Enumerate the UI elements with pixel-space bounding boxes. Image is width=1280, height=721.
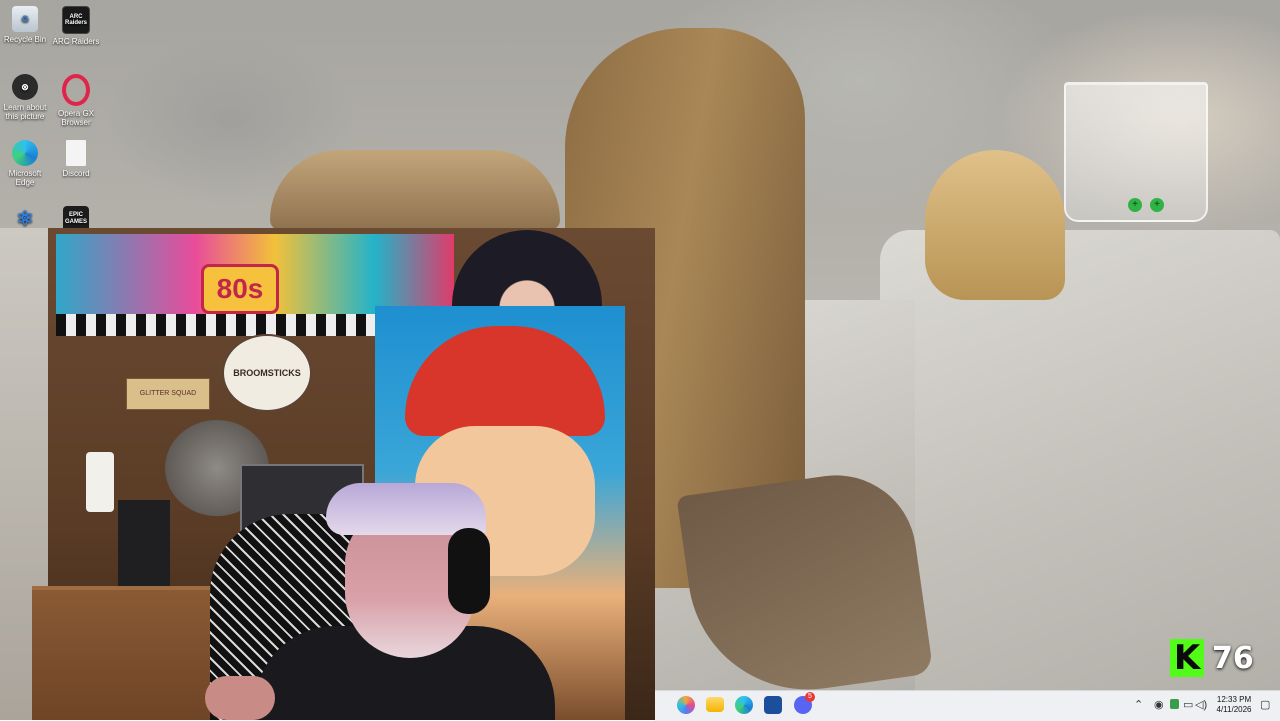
file-explorer-icon[interactable] — [706, 697, 724, 712]
coffee-maker — [118, 500, 170, 586]
wooden-desk — [32, 586, 232, 720]
chevron-up-icon[interactable]: ⌃ — [1134, 699, 1143, 711]
webcam-overlay: 80s BROOMSTICKS GLITTER SQUAD — [0, 228, 655, 720]
plus-icon[interactable]: + — [1150, 198, 1164, 212]
sealion-right — [925, 150, 1065, 300]
desktop-icon-edge[interactable]: Microsoft Edge — [1, 140, 49, 187]
desktop-icon-label: Learn about this picture — [3, 103, 47, 121]
recycle-bin-icon: ♻ — [12, 6, 38, 32]
viewer-count: 76 — [1212, 640, 1254, 676]
paper-towels — [86, 452, 114, 512]
desktop-icon-label: Opera GX Browser — [57, 109, 94, 127]
edge-icon[interactable] — [735, 696, 753, 714]
network-app-icon[interactable]: ◉ — [1154, 699, 1164, 711]
edge-icon — [12, 140, 38, 166]
arc-raiders-icon: ARC Raiders — [62, 6, 90, 34]
file-icon — [66, 140, 86, 166]
clock-time: 12:33 PM — [1216, 695, 1252, 704]
discord-icon[interactable]: 5 — [794, 692, 815, 714]
glass-widget[interactable]: + + — [1064, 82, 1208, 222]
broomsticks-sign: BROOMSTICKS — [222, 334, 312, 412]
camera-icon: ⊗ — [12, 74, 38, 100]
desktop-icon-label: Recycle Bin — [3, 35, 47, 44]
banner-badge: 80s — [201, 264, 279, 314]
hand — [205, 676, 275, 720]
wallpaper-rock — [880, 230, 1280, 690]
headset — [448, 528, 490, 614]
store-icon[interactable] — [764, 696, 782, 714]
sealion-left — [270, 150, 560, 230]
clock-date: 4/11/2026 — [1216, 705, 1252, 714]
person-cap — [326, 483, 486, 535]
desktop-icon-discord[interactable]: Discord — [52, 140, 100, 178]
taskbar-clock[interactable]: 12:33 PM 4/11/2026 — [1212, 695, 1256, 715]
plus-icon[interactable]: + — [1128, 198, 1142, 212]
wifi-icon[interactable]: ▭ — [1183, 699, 1193, 711]
kick-logo-icon: K — [1170, 639, 1204, 677]
small-sign-text: GLITTER SQUAD — [139, 390, 197, 397]
desktop-icon-label: Microsoft Edge — [8, 169, 42, 187]
banner-text: 80s — [216, 273, 264, 304]
green-app-icon[interactable] — [1170, 699, 1179, 709]
opera-gx-icon — [62, 74, 90, 106]
volume-icon[interactable]: ◁) — [1195, 699, 1207, 711]
desktop-icon-opera-gx[interactable]: Opera GX Browser — [52, 74, 100, 127]
desktop-icon-learn-about-picture[interactable]: ⊗ Learn about this picture — [1, 74, 49, 121]
kick-viewer-widget: K 76 — [1170, 638, 1254, 678]
paper-fan — [452, 230, 602, 308]
desktop-icon-label: Discord — [62, 169, 90, 178]
discord-badge: 5 — [805, 692, 815, 702]
mario-cap — [405, 326, 605, 436]
desktop-icon-label: ARC Raiders — [52, 37, 100, 46]
sign-text: BROOMSTICKS — [233, 368, 301, 378]
desktop-icon-arc-raiders[interactable]: ARC Raiders ARC Raiders — [52, 6, 100, 46]
glitter-sign: GLITTER SQUAD — [126, 378, 210, 410]
desktop-icon-recycle-bin[interactable]: ♻ Recycle Bin — [1, 6, 49, 44]
copilot-icon[interactable] — [677, 696, 695, 714]
notification-icon[interactable]: ▢ — [1260, 699, 1270, 711]
